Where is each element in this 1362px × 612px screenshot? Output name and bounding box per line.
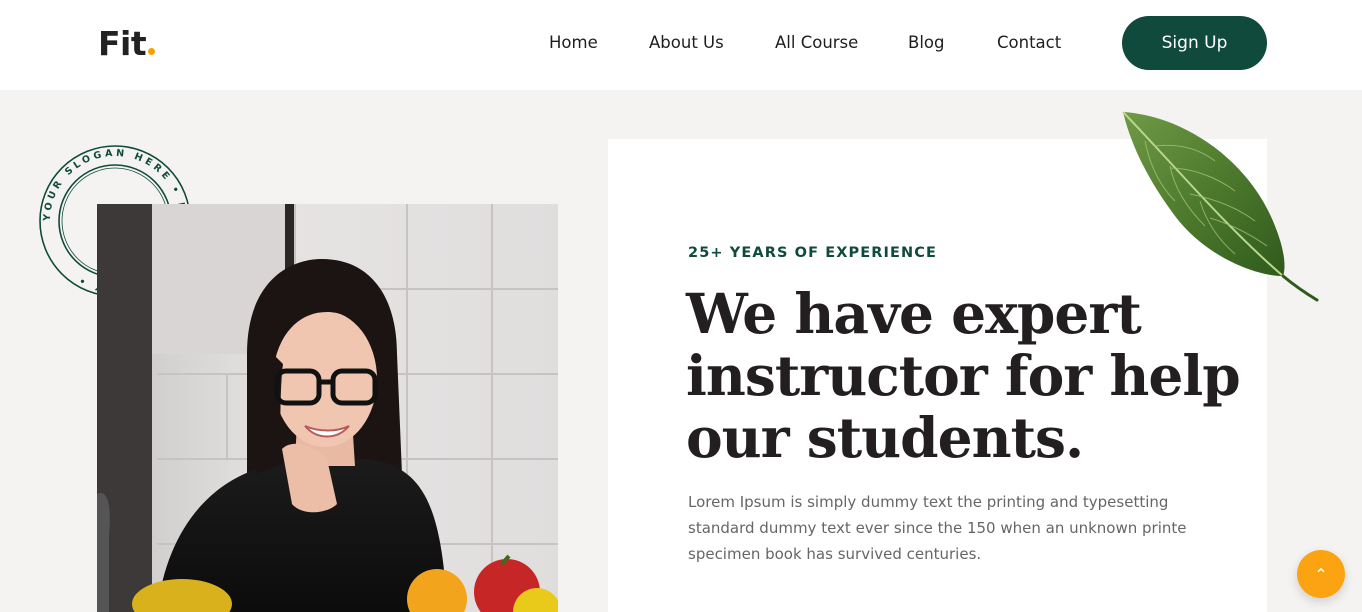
nav-item-all-course[interactable]: All Course bbox=[775, 33, 858, 52]
experience-eyebrow: 25+ YEARS OF EXPERIENCE bbox=[688, 245, 938, 261]
chevron-up-icon: ⌃ bbox=[1314, 564, 1328, 584]
nav-item-blog[interactable]: Blog bbox=[908, 33, 944, 52]
woman-smiling-photo bbox=[97, 204, 558, 612]
headline-line-3: our students. bbox=[686, 405, 1084, 470]
scroll-to-top-button[interactable]: ⌃ bbox=[1297, 550, 1345, 598]
instructor-photo bbox=[97, 204, 558, 612]
nav-item-home[interactable]: Home bbox=[549, 33, 598, 52]
hero-paragraph: Lorem Ipsum is simply dummy text the pri… bbox=[688, 493, 1187, 563]
leaf-icon bbox=[1122, 111, 1319, 302]
nav-item-about-us[interactable]: About Us bbox=[649, 33, 724, 52]
hero-headline: We have expert instructor for help our s… bbox=[686, 283, 1241, 470]
nav-item-contact[interactable]: Contact bbox=[997, 33, 1061, 52]
signup-button[interactable]: Sign Up bbox=[1122, 16, 1267, 70]
site-header: Fit Home About Us All Course Blog Contac… bbox=[0, 0, 1362, 90]
headline-line-2: instructor for help bbox=[686, 343, 1241, 408]
